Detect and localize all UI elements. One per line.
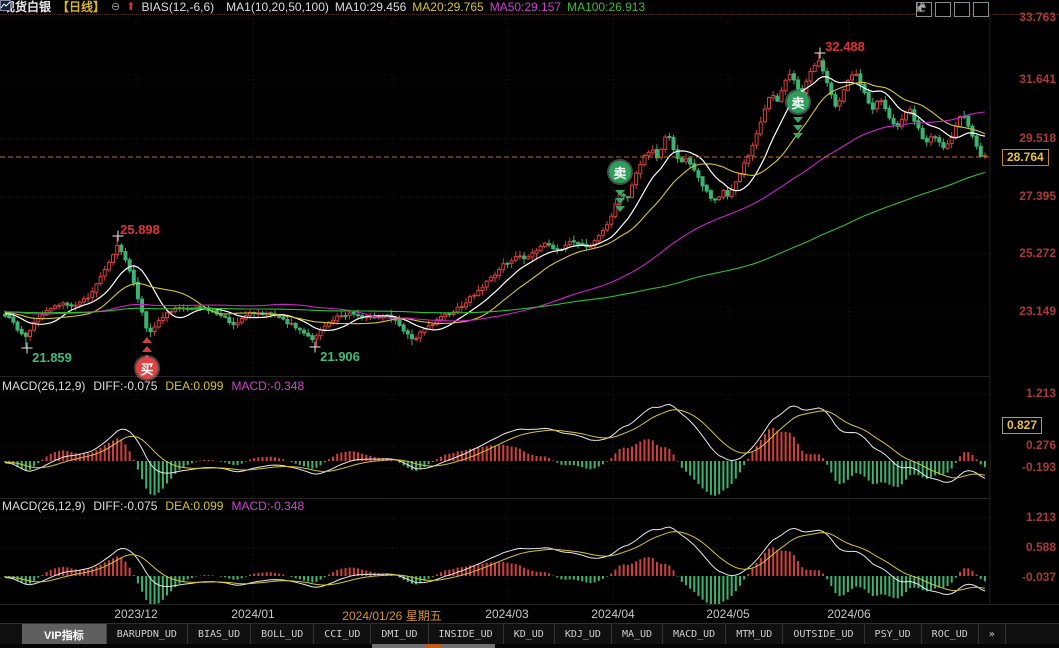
indicator-tab-barupdn-ud[interactable]: BARUPDN_UD (107, 624, 188, 645)
indicator-tab-dmi-ud[interactable]: DMI_UD (371, 624, 428, 645)
indicator-tab-macd-ud[interactable]: MACD_UD (663, 624, 726, 645)
indicator-tab-kd-ud[interactable]: KD_UD (504, 624, 555, 645)
signal-triangle-buy (142, 337, 152, 343)
diff-value: DIFF:-0.075 (93, 499, 157, 513)
toolbar-overflow-button[interactable]: » (979, 624, 1006, 645)
indicator-tab-roc-ud[interactable]: ROC_UD (922, 624, 979, 645)
ma-line-ma20 (5, 82, 985, 323)
macd-axis-tick: 0.276 (992, 438, 1059, 452)
macd-panel-1 (5, 404, 985, 495)
signal-triangle-sell (793, 125, 803, 131)
buy-signal-marker[interactable]: 买 (136, 357, 158, 379)
indicator-tab-ma-ud[interactable]: MA_UD (612, 624, 663, 645)
ma-line-ma50 (5, 112, 985, 321)
pane-layout-icon-3[interactable] (973, 2, 989, 17)
pane-layout-icon-2[interactable] (954, 2, 970, 17)
collapse-icon[interactable]: ⊖ (111, 0, 120, 15)
indicator-tab-kdj-ud[interactable]: KDJ_UD (555, 624, 612, 645)
indicator-tab-cci-ud[interactable]: CCI_UD (314, 624, 371, 645)
bias-indicator-label: BIAS(12,-6,6) (141, 0, 214, 15)
chart-header: 现货白银 【日线】 ⊖ ⬆ BIAS(12,-6,6) MA1(10,20,50… (0, 0, 990, 15)
price-axis-tick: 29.518 (992, 131, 1059, 145)
x-axis-label: 2023/12 (114, 607, 157, 621)
macd-value: MACD:-0.348 (231, 499, 304, 513)
pane-layout-icon-1[interactable] (935, 2, 951, 17)
sell-signal-marker[interactable]: 卖 (609, 161, 631, 183)
ma-line-ma10 (5, 77, 985, 331)
indicator-tab-outside-ud[interactable]: OUTSIDE_UD (783, 624, 864, 645)
indicator-tab-bias-ud[interactable]: BIAS_UD (188, 624, 251, 645)
macd-axis-tick: 1.213 (992, 510, 1059, 524)
trading-app: 现货白银 【日线】 ⊖ ⬆ BIAS(12,-6,6) MA1(10,20,50… (0, 0, 1059, 648)
extreme-cross-marker (113, 231, 124, 242)
diff-line (5, 404, 985, 482)
bottom-scrollbar[interactable] (0, 644, 1059, 648)
ma-group-label: MA1(10,20,50,100) (226, 0, 329, 15)
indicator-tab-psy-ud[interactable]: PSY_UD (865, 624, 922, 645)
price-axis-tick: 23.149 (992, 304, 1059, 318)
x-axis-label: 2024/05 (706, 607, 749, 621)
signal-triangle-sell (615, 190, 625, 196)
diff-line (5, 527, 985, 595)
x-axis-label: 2024/04 (591, 607, 634, 621)
ma50-value: MA50:29.157 (490, 0, 561, 15)
signal-arrow-icon: ⬆ (126, 0, 135, 15)
pane-layout-icon-3 (916, 2, 926, 12)
candlestick-series (4, 53, 987, 347)
sell-signal-marker[interactable]: 卖 (787, 91, 809, 113)
macd-name: MACD(26,12,9) (2, 499, 85, 513)
dea-value: DEA:0.099 (165, 379, 223, 393)
extreme-cross-marker (815, 48, 826, 59)
dea-line (5, 532, 985, 591)
price-axis-tick: 31.641 (992, 72, 1059, 86)
macd-axis-tick: -0.037 (992, 570, 1059, 584)
ma100-value: MA100:26.913 (567, 0, 645, 15)
indicator-tab-inside-ud[interactable]: INSIDE_UD (429, 624, 504, 645)
macd-name: MACD(26,12,9) (2, 379, 85, 393)
last-price-box: 28.764 (1002, 149, 1049, 166)
signal-triangle-sell (615, 198, 625, 204)
chart-canvas[interactable] (0, 0, 1059, 648)
macd-panel-2 (5, 527, 985, 604)
x-axis-label: 2024/03 (485, 607, 528, 621)
ma10-value: MA10:29.456 (335, 0, 406, 15)
scrollbar-indicator (425, 644, 442, 648)
diff-value: DIFF:-0.075 (93, 379, 157, 393)
chart-tool-buttons (916, 2, 989, 17)
indicator-tab-mtm-ud[interactable]: MTM_UD (726, 624, 783, 645)
indicator-tab-vip-[interactable]: VIP指标 (22, 624, 107, 645)
macd-axis-box: 0.827 (1002, 417, 1042, 434)
signal-triangle-sell (793, 133, 803, 139)
price-axis-tick: 33.763 (992, 10, 1059, 24)
indicator-toolbar: VIP指标BARUPDN_UDBIAS_UDBOLL_UDCCI_UDDMI_U… (0, 623, 1059, 645)
signal-triangle-sell (793, 117, 803, 123)
price-axis-tick: 25.272 (992, 246, 1059, 260)
macd-value: MACD:-0.348 (231, 379, 304, 393)
dea-value: DEA:0.099 (165, 499, 223, 513)
macd-header-1: MACD(26,12,9) DIFF:-0.075 DEA:0.099 MACD:-0… (2, 379, 312, 393)
x-axis-label: 2024/01 (231, 607, 274, 621)
x-axis-crosshair-date: 2024/01/26 星期五 (342, 607, 441, 624)
x-axis-label: 2024/06 (827, 607, 870, 621)
price-annotation: 21.859 (32, 350, 72, 365)
signal-triangle-sell (615, 206, 625, 212)
extreme-cross-marker (22, 343, 33, 354)
ma20-value: MA20:29.765 (412, 0, 483, 15)
ma-lines (5, 77, 985, 331)
price-annotation: 25.898 (120, 222, 160, 237)
macd-axis-tick: 0.588 (992, 540, 1059, 554)
signal-triangle-buy (142, 346, 152, 352)
price-annotation: 32.488 (825, 39, 865, 54)
scrollbar-thumb[interactable] (372, 644, 495, 648)
macd-header-2: MACD(26,12,9) DIFF:-0.075 DEA:0.099 MACD:-0… (2, 499, 312, 513)
indicator-tab-boll-ud[interactable]: BOLL_UD (251, 624, 314, 645)
price-axis-tick: 27.395 (992, 189, 1059, 203)
price-annotation: 21.906 (320, 349, 360, 364)
macd-axis-tick: -0.193 (992, 460, 1059, 474)
macd-axis-tick: 1.213 (992, 386, 1059, 400)
extreme-cross-marker (310, 342, 321, 353)
period-label: 【日线】 (57, 0, 105, 15)
x-axis-row: 2023/12 2024/01 2024/01/26 星期五 2024/03 2024/… (0, 604, 1059, 624)
